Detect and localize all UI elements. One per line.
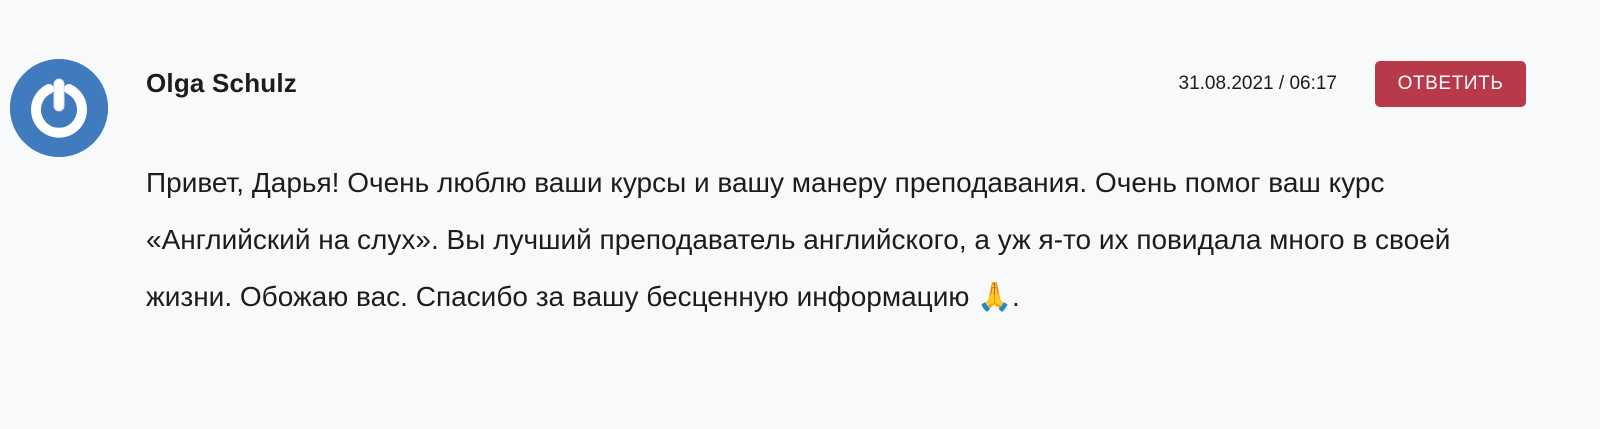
folded-hands-emoji-icon: 🙏: [977, 280, 1013, 313]
comment-text-end: .: [1012, 281, 1020, 312]
power-logo-icon: [10, 59, 108, 157]
comment-text: Привет, Дарья! Очень люблю ваши курсы и …: [146, 167, 1451, 312]
reply-button[interactable]: ОТВЕТИТЬ: [1375, 61, 1526, 107]
comment-timestamp: 31.08.2021 / 06:17: [1178, 73, 1337, 94]
avatar[interactable]: [10, 59, 108, 157]
author-name[interactable]: Olga Schulz: [146, 68, 297, 99]
comment: Olga Schulz 31.08.2021 / 06:17 ОТВЕТИТЬ …: [0, 0, 1600, 429]
comment-body: Привет, Дарья! Очень люблю ваши курсы и …: [146, 154, 1526, 325]
